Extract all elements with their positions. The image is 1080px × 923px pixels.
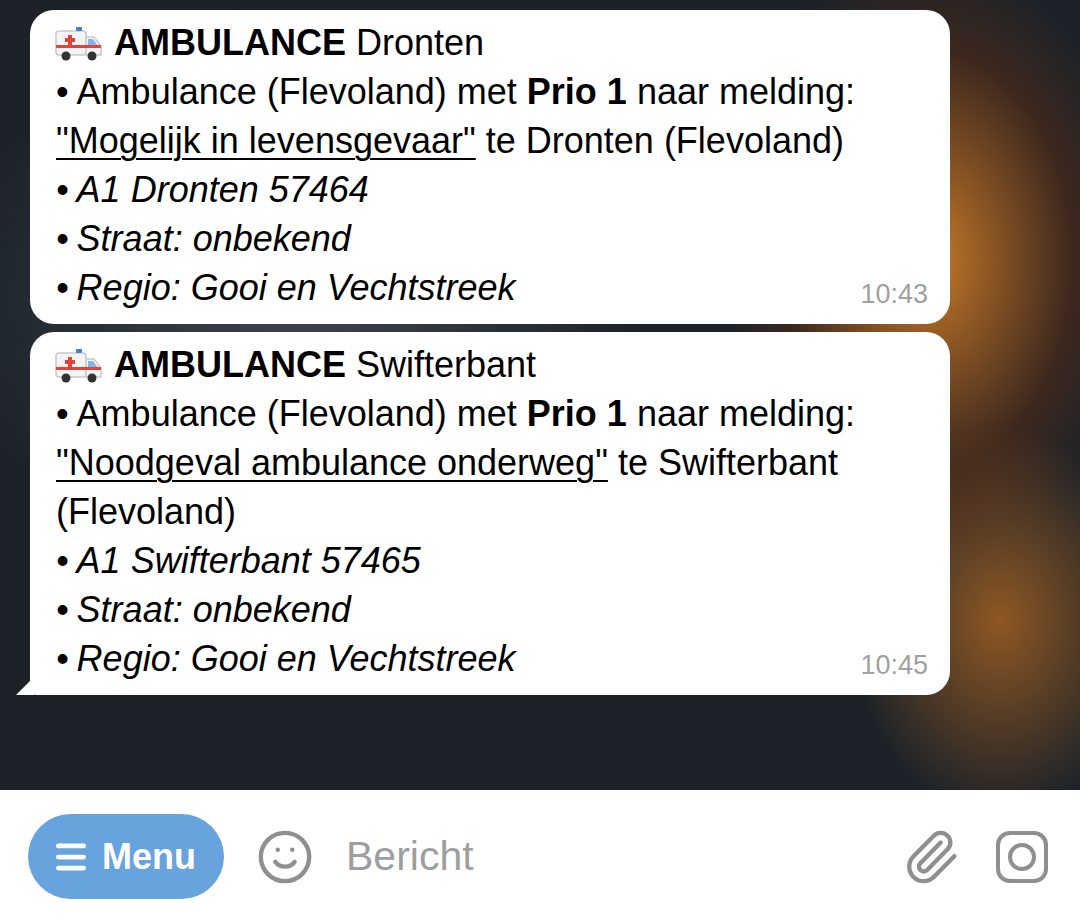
message-bubble: AMBULANCE Swifterbant•Ambulance (Flevola… [30, 332, 950, 695]
attach-button[interactable] [902, 828, 960, 886]
message-detail: •Regio: Gooi en Vechtstreek [54, 634, 516, 683]
bullet: • [56, 393, 69, 434]
message-bubble: AMBULANCE Dronten•Ambulance (Flevoland) … [30, 10, 950, 324]
ambulance-icon [54, 345, 104, 385]
message-detail: •Regio: Gooi en Vechtstreek [54, 263, 516, 312]
message-footer: •Regio: Gooi en Vechtstreek 10:45 [54, 634, 928, 683]
ambulance-icon [54, 23, 104, 63]
bullet: • [56, 638, 69, 679]
emoji-button[interactable] [256, 828, 314, 886]
priority: Prio 1 [527, 393, 627, 434]
menu-icon [52, 838, 90, 876]
report-link[interactable]: "Noodgeval ambulance onderweg" [56, 442, 608, 483]
bullet: • [56, 267, 69, 308]
report-link[interactable]: "Mogelijk in levensgevaar" [56, 120, 476, 161]
bullet: • [56, 218, 69, 259]
message-detail: •A1 Dronten 57464 [54, 165, 928, 214]
message-footer: •Regio: Gooi en Vechtstreek 10:43 [54, 263, 928, 312]
paperclip-icon[interactable] [902, 828, 960, 886]
message-time: 10:43 [860, 276, 928, 312]
message-detail: •A1 Swifterbant 57465 [54, 536, 928, 585]
menu-button[interactable]: Menu [28, 814, 224, 899]
message-type: AMBULANCE [114, 22, 346, 63]
video-message-icon[interactable] [992, 827, 1052, 887]
message-time: 10:45 [860, 647, 928, 683]
priority: Prio 1 [527, 71, 627, 112]
bullet: • [56, 540, 69, 581]
video-message-button[interactable] [992, 827, 1052, 887]
message-summary: •Ambulance (Flevoland) met Prio 1 naar m… [54, 389, 928, 536]
message-title: AMBULANCE Swifterbant [54, 340, 928, 389]
message-summary: •Ambulance (Flevoland) met Prio 1 naar m… [54, 67, 928, 165]
composer-bar: Menu Bericht [0, 790, 1080, 923]
bullet: • [56, 71, 69, 112]
chat-screen: AMBULANCE Dronten•Ambulance (Flevoland) … [0, 0, 1080, 923]
bullet: • [56, 589, 69, 630]
message-detail: •Straat: onbekend [54, 214, 928, 263]
message-place: Swifterbant [356, 344, 536, 385]
chat-area: AMBULANCE Dronten•Ambulance (Flevoland) … [0, 0, 1080, 790]
message-title: AMBULANCE Dronten [54, 18, 928, 67]
smiley-icon[interactable] [256, 828, 314, 886]
message-input[interactable]: Bericht [346, 833, 870, 880]
message-detail: •Straat: onbekend [54, 585, 928, 634]
bullet: • [56, 169, 69, 210]
message-place: Dronten [356, 22, 484, 63]
message-type: AMBULANCE [114, 344, 346, 385]
